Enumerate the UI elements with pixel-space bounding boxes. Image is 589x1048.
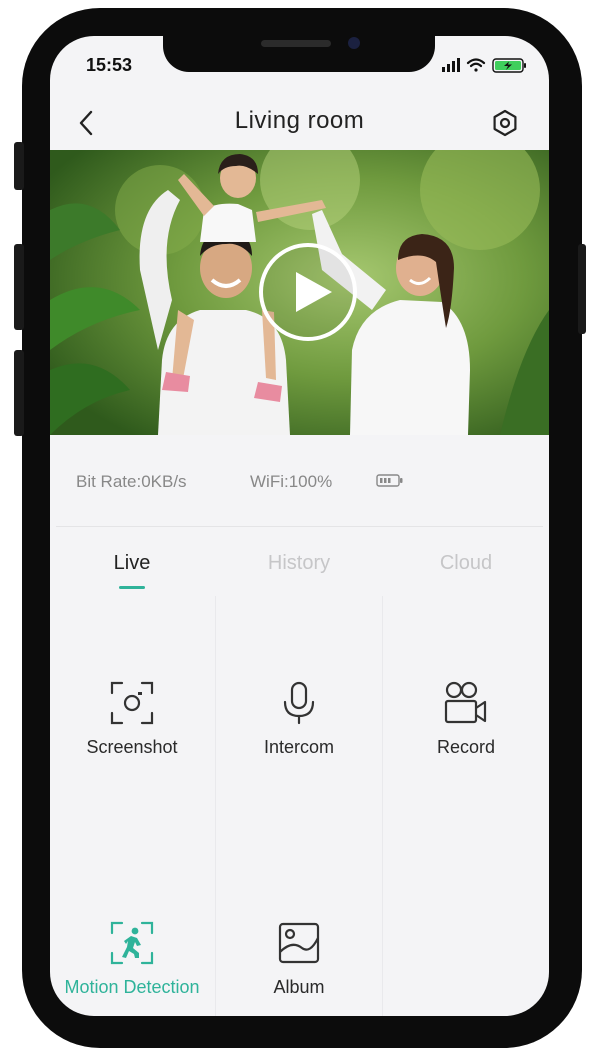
camera-video-preview[interactable] [50, 150, 549, 435]
video-camera-icon [444, 681, 487, 724]
play-button[interactable] [256, 240, 360, 349]
motion-detection-label: Motion Detection [64, 977, 200, 997]
screenshot-icon [110, 681, 154, 725]
play-icon [259, 243, 357, 341]
grid-divider [382, 596, 383, 1016]
app-screen: 15:53 Living room Bit Rate:0KB/s WiFi:10… [50, 36, 549, 1016]
grid-divider [215, 596, 216, 1016]
tab-bar: Live History Cloud [50, 544, 549, 594]
screenshot-label: Screenshot [86, 737, 178, 757]
microphone-icon [283, 681, 315, 725]
volume-down-button [14, 350, 24, 436]
volume-up-button [14, 244, 24, 330]
bit-rate-label: Bit Rate:0KB/s [76, 472, 187, 491]
album-button[interactable]: Album [219, 920, 379, 998]
mute-switch [14, 142, 24, 190]
wifi-icon [466, 58, 486, 72]
album-icon [278, 922, 320, 964]
tab-history[interactable]: History [219, 552, 379, 575]
divider [56, 526, 543, 527]
record-button[interactable]: Record [386, 680, 546, 758]
status-time: 15:53 [86, 55, 133, 75]
settings-icon [493, 109, 517, 137]
device-battery-icon [376, 473, 404, 494]
motion-detection-button[interactable]: Motion Detection [52, 920, 212, 998]
record-label: Record [436, 737, 496, 757]
battery-icon [492, 58, 526, 73]
intercom-label: Intercom [263, 737, 335, 757]
screenshot-button[interactable]: Screenshot [52, 680, 212, 758]
status-icons [442, 55, 532, 75]
motion-detection-icon [110, 921, 154, 965]
front-camera [348, 37, 360, 49]
settings-button[interactable] [490, 108, 520, 143]
signal-icon [442, 58, 460, 72]
header-bar: Living room [50, 96, 549, 152]
speaker [261, 40, 331, 47]
wifi-strength-label: WiFi:100% [250, 472, 333, 491]
tab-live[interactable]: Live [52, 552, 212, 575]
page-title: Living room [234, 107, 365, 134]
active-tab-indicator [119, 586, 145, 589]
power-button [578, 244, 586, 334]
stream-stats: Bit Rate:0KB/s WiFi:100% [50, 436, 549, 526]
tab-cloud[interactable]: Cloud [386, 552, 546, 575]
intercom-button[interactable]: Intercom [219, 680, 379, 758]
album-label: Album [273, 977, 325, 997]
notch [163, 36, 435, 72]
